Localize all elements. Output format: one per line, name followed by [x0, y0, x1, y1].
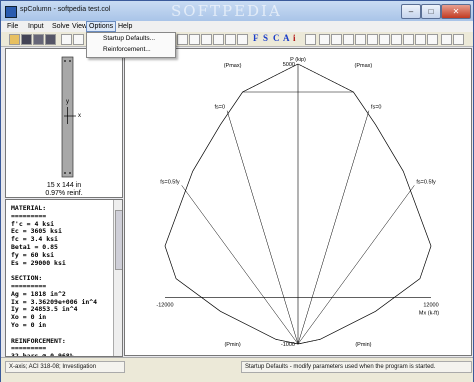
guide-line: [226, 110, 299, 345]
info-line: MATERIAL:: [11, 204, 47, 212]
guide-line: [297, 110, 370, 345]
close-button[interactable]: ✕: [441, 4, 471, 19]
y-axis-label: P (kip): [290, 57, 306, 63]
save-icon[interactable]: [21, 34, 32, 45]
info-line: Iy = 24853.5 in^4: [11, 305, 78, 314]
x-tick-label: -12000: [156, 302, 173, 308]
menu-solve[interactable]: Solve: [50, 22, 72, 31]
zoom-out-icon[interactable]: [189, 34, 200, 45]
maximize-button[interactable]: □: [421, 4, 441, 19]
status-bar: X-axis; ACI 318-08; Investigation Startu…: [1, 357, 473, 382]
menu-options[interactable]: Options: [86, 21, 117, 32]
toolbar-label-s[interactable]: S: [263, 33, 268, 43]
bars-icon[interactable]: [391, 34, 402, 45]
toolbar: F S C A i: [1, 32, 473, 47]
grid-icon[interactable]: [225, 34, 236, 45]
annotation-fs-half: fs=0.5fy: [160, 179, 180, 185]
minimize-button[interactable]: –: [401, 4, 421, 19]
axis-y-label: y: [66, 99, 69, 105]
interaction-diagram: -12000 12000 5000 -1000 P (kip) Mx (k-ft) (Pma…: [124, 48, 472, 356]
axis-x-label: x: [78, 113, 81, 119]
window-title: spColumn - softpedia test.col: [20, 6, 111, 13]
scale-icon[interactable]: [453, 34, 464, 45]
diagram-icon[interactable]: [319, 34, 330, 45]
menu-bar: File Input Solve View Options Help: [1, 21, 473, 32]
x-axis-label: Mx (k-ft): [419, 310, 439, 316]
toolbar-label-a[interactable]: A: [283, 33, 290, 43]
info-line: f'c = 4 ksi: [11, 219, 55, 228]
info-line: =========: [11, 282, 47, 290]
section-drawing: [61, 56, 76, 178]
info-line: fc = 3.4 ksi: [11, 235, 58, 244]
info-line: Xo = 0 in: [11, 313, 47, 322]
column-size: 15 x 144 in: [46, 182, 82, 189]
annotation-pmax: (Pmax): [224, 63, 242, 69]
results-text: MATERIAL: ========= f'c = 4 ksi Ec = 3605 k…: [5, 199, 123, 357]
menu-item-reinforcement[interactable]: Reinforcement...: [103, 46, 151, 53]
zoom-in-icon[interactable]: [177, 34, 188, 45]
watermark: SOFTPEDIA: [171, 2, 282, 20]
x-tick-label: 12000: [423, 302, 438, 308]
column-reinforcement: 0.97% reinf.: [45, 190, 83, 197]
toolbar-label-i[interactable]: i: [293, 33, 296, 43]
menu-input[interactable]: Input: [26, 22, 46, 31]
load-icon[interactable]: [379, 34, 390, 45]
status-right: Startup Defaults - modify parameters use…: [241, 361, 472, 373]
guide-line: [181, 185, 299, 345]
info-line: Yo = 0 in: [11, 321, 47, 329]
axis-icon[interactable]: [415, 34, 426, 45]
app-window: spColumn - softpedia test.col SOFTPEDIA …: [0, 0, 474, 382]
info-line: REINFORCEMENT:: [11, 336, 66, 345]
report-icon[interactable]: [73, 34, 84, 45]
annotation-fs0: fs=0: [371, 105, 382, 111]
slenderness-icon[interactable]: [367, 34, 378, 45]
app-icon: [5, 6, 17, 18]
annotation-pmin: (Pmin): [224, 342, 240, 348]
interaction-icon[interactable]: [355, 34, 366, 45]
title-bar: spColumn - softpedia test.col SOFTPEDIA …: [1, 1, 473, 21]
property-icon[interactable]: [403, 34, 414, 45]
section-icon[interactable]: [331, 34, 342, 45]
interaction-chart: -12000 120005000-1000P (kip)Mx (k-ft)(Pma…: [156, 57, 439, 348]
print-preview-icon[interactable]: [45, 34, 56, 45]
snap-icon[interactable]: [237, 34, 248, 45]
info-line: SECTION:: [11, 274, 43, 283]
status-left: X-axis; ACI 318-08; Investigation: [5, 361, 125, 373]
pan-icon[interactable]: [213, 34, 224, 45]
info-line: Beta1 = 0.85: [11, 243, 58, 251]
menu-file[interactable]: File: [5, 22, 20, 31]
info-line: =========: [11, 211, 47, 220]
zoom-window-icon[interactable]: [201, 34, 212, 45]
toolbar-label-c[interactable]: C: [273, 33, 280, 43]
menu-item-startup-defaults[interactable]: Startup Defaults...: [103, 35, 155, 42]
print-icon[interactable]: [33, 34, 44, 45]
annotation-fs-half: fs=0.5fy: [416, 179, 436, 185]
info-line: Ec = 3605 ksi: [11, 227, 62, 236]
y-tick-label: -1000: [281, 342, 295, 348]
menu-help[interactable]: Help: [116, 22, 134, 31]
annotation-pmax: (Pmax): [355, 63, 373, 69]
toolbar-label-f[interactable]: F: [253, 33, 259, 43]
page-icon[interactable]: [61, 34, 72, 45]
info-line: Es = 29000 ksi: [11, 258, 66, 267]
moment-icon[interactable]: [343, 34, 354, 45]
run-icon[interactable]: [305, 34, 316, 45]
tie-icon[interactable]: [427, 34, 438, 45]
info-line: =========: [11, 344, 47, 353]
annotation-pmin: (Pmin): [355, 342, 371, 348]
info-line: Ag = 1818 in^2: [11, 289, 66, 298]
guide-line: [297, 185, 415, 345]
section-view: y x 15 x 144 in 0.97% reinf.: [5, 48, 123, 198]
info-line: Ix = 3.36209e+006 in^4: [11, 297, 98, 306]
options-dropdown: Startup Defaults... Reinforcement...: [86, 32, 176, 58]
info-line: fy = 60 ksi: [11, 250, 55, 259]
open-icon[interactable]: [9, 34, 20, 45]
results-scrollbar[interactable]: [113, 200, 122, 356]
annotation-fs0: fs=0: [215, 105, 226, 111]
cross-icon[interactable]: [441, 34, 452, 45]
